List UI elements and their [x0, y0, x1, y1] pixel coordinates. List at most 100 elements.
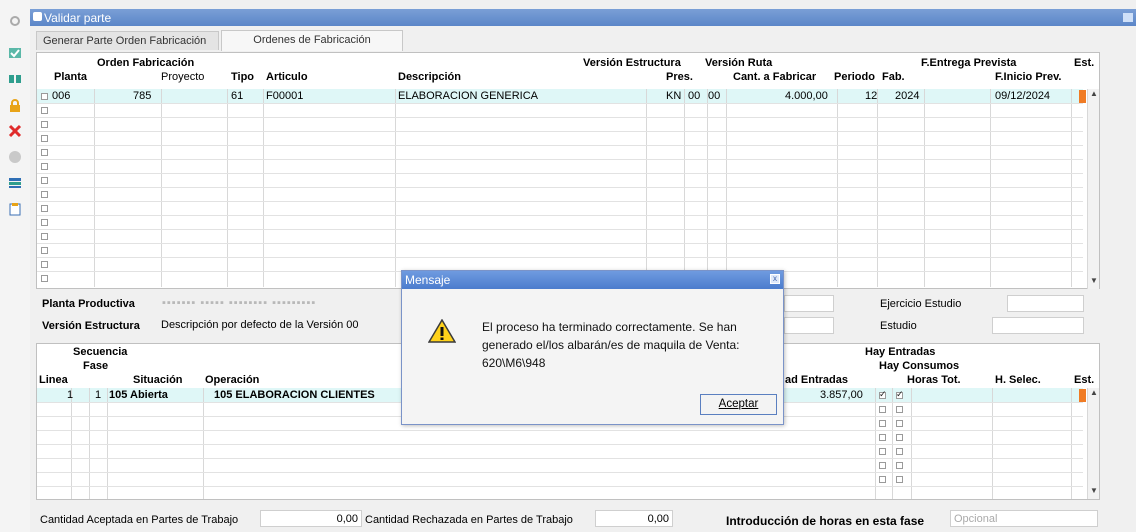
col-secuencia[interactable]: Secuencia: [73, 346, 127, 358]
cell-periodo[interactable]: 12: [865, 90, 877, 102]
list-icon[interactable]: [8, 176, 22, 190]
cell-tipo[interactable]: 61: [231, 90, 243, 102]
hay-consumos-checkbox[interactable]: [896, 476, 903, 483]
scroll-down-icon[interactable]: ▼: [1090, 276, 1098, 285]
cantidad-aceptada-label: Cantidad Aceptada en Partes de Trabajo: [40, 514, 239, 526]
row-checkbox[interactable]: [41, 191, 48, 198]
cell-descripcion[interactable]: ELABORACION GENERICA: [398, 90, 538, 102]
cell-pres[interactable]: KN: [666, 90, 681, 102]
grid-icon[interactable]: [8, 72, 22, 86]
col-horas-tot[interactable]: Horas Tot.: [907, 374, 961, 386]
redacted-text: ▪▪▪▪▪▪▪ ▪▪▪▪▪ ▪▪▪▪▪▪▪▪ ▪▪▪▪▪▪▪▪▪: [162, 297, 317, 309]
orders-scrollbar[interactable]: ▲ ▼: [1087, 89, 1099, 289]
col-articulo[interactable]: Articulo: [266, 71, 308, 83]
introduccion-horas-select[interactable]: Opcional: [950, 510, 1098, 527]
planta-productiva-field[interactable]: ▪▪▪▪▪▪▪ ▪▪▪▪▪ ▪▪▪▪▪▪▪▪ ▪▪▪▪▪▪▪▪▪: [159, 295, 399, 312]
col-f-entrega-prevista[interactable]: F.Entrega Prevista: [921, 57, 1016, 69]
cell-fab[interactable]: 2024: [895, 90, 919, 102]
cell-fase[interactable]: 1: [95, 389, 101, 401]
col-descripcion[interactable]: Descripción: [398, 71, 461, 83]
col-h-selec[interactable]: H. Selec.: [995, 374, 1041, 386]
field-right-1[interactable]: [784, 295, 834, 312]
row-checkbox[interactable]: [41, 93, 48, 100]
cantidad-rechazada-field[interactable]: 0,00: [595, 510, 673, 527]
row-checkbox[interactable]: [41, 177, 48, 184]
ejercicio-estudio-field[interactable]: [1007, 295, 1084, 312]
hay-consumos-checkbox[interactable]: [896, 448, 903, 455]
col-cantidad-entradas[interactable]: ad Entradas: [785, 374, 848, 386]
info-icon[interactable]: [8, 150, 22, 164]
row-checkbox[interactable]: [41, 163, 48, 170]
cell-f-inicio-prev[interactable]: 09/12/2024: [995, 90, 1050, 102]
hay-consumos-checkbox[interactable]: [896, 389, 904, 400]
cell-cantidad-entradas[interactable]: 3.857,00: [820, 389, 863, 401]
row-checkbox[interactable]: [41, 261, 48, 268]
col-situacion[interactable]: Situación: [133, 374, 183, 386]
hay-entradas-checkbox[interactable]: [879, 434, 886, 441]
cantidad-aceptada-field[interactable]: 0,00: [260, 510, 362, 527]
col-periodo[interactable]: Periodo: [834, 71, 875, 83]
cell-cant-fabricar[interactable]: 4.000,00: [785, 90, 828, 102]
cell-operacion[interactable]: 105 ELABORACION CLIENTES: [214, 389, 375, 401]
settings-icon[interactable]: [8, 14, 22, 28]
row-checkbox[interactable]: [41, 233, 48, 240]
hay-entradas-checkbox[interactable]: [879, 406, 886, 413]
row-checkbox[interactable]: [41, 247, 48, 254]
row-checkbox[interactable]: [41, 149, 48, 156]
col-est[interactable]: Est.: [1074, 57, 1094, 69]
col-planta[interactable]: Planta: [54, 71, 87, 83]
tab-ordenes-fabricacion[interactable]: Ordenes de Fabricación: [221, 30, 403, 51]
tab-generar-parte[interactable]: Generar Parte Orden Fabricación: [36, 31, 219, 50]
col-linea[interactable]: Linea: [39, 374, 68, 386]
field-right-2[interactable]: [784, 317, 834, 334]
cell-planta[interactable]: 006: [52, 90, 70, 102]
hay-entradas-checkbox[interactable]: [879, 448, 886, 455]
hay-entradas-checkbox[interactable]: [879, 420, 886, 427]
estudio-field[interactable]: [992, 317, 1084, 334]
message-dialog: Mensaje x El proceso ha terminado correc…: [401, 270, 784, 425]
cell-situacion[interactable]: 105 Abierta: [109, 389, 168, 401]
restore-icon[interactable]: [1123, 13, 1133, 22]
col-operacion[interactable]: Operación: [205, 374, 259, 386]
cell-articulo[interactable]: F00001: [266, 90, 303, 102]
row-checkbox[interactable]: [41, 205, 48, 212]
version-estructura-field[interactable]: Descripción por defecto de la Versión 00: [158, 317, 401, 334]
lock-icon[interactable]: [8, 99, 22, 113]
col-fase[interactable]: Fase: [83, 360, 108, 372]
delete-icon[interactable]: [8, 124, 22, 138]
cell-proyecto[interactable]: 785: [133, 90, 151, 102]
scroll-up-icon[interactable]: ▲: [1090, 388, 1098, 397]
col-fab[interactable]: Fab.: [882, 71, 905, 83]
row-checkbox[interactable]: [41, 135, 48, 142]
col-f-inicio-prev[interactable]: F.Inicio Prev.: [995, 71, 1061, 83]
hay-entradas-checkbox[interactable]: [879, 389, 887, 400]
operations-scrollbar[interactable]: ▲ ▼: [1087, 388, 1099, 499]
row-checkbox[interactable]: [41, 121, 48, 128]
close-icon[interactable]: x: [770, 274, 780, 284]
hay-consumos-checkbox[interactable]: [896, 420, 903, 427]
hay-entradas-checkbox[interactable]: [879, 476, 886, 483]
col-tipo[interactable]: Tipo: [231, 71, 254, 83]
col-proyecto[interactable]: Proyecto: [161, 71, 204, 83]
cell-version-ruta[interactable]: 00: [708, 90, 720, 102]
hay-consumos-checkbox[interactable]: [896, 406, 903, 413]
cell-version-estructura[interactable]: 00: [688, 90, 700, 102]
row-checkbox[interactable]: [41, 219, 48, 226]
validate-icon[interactable]: [8, 46, 22, 60]
col-hay-consumos[interactable]: Hay Consumos: [879, 360, 959, 372]
cell-linea[interactable]: 1: [67, 389, 73, 401]
scroll-up-icon[interactable]: ▲: [1090, 89, 1098, 98]
hay-consumos-checkbox[interactable]: [896, 434, 903, 441]
clipboard-icon[interactable]: [8, 202, 22, 216]
scroll-down-icon[interactable]: ▼: [1090, 486, 1098, 495]
col-hay-entradas[interactable]: Hay Entradas: [865, 346, 935, 358]
row-checkbox[interactable]: [41, 107, 48, 114]
hay-entradas-checkbox[interactable]: [879, 462, 886, 469]
accept-button[interactable]: Aceptar: [700, 394, 777, 415]
hay-consumos-checkbox[interactable]: [896, 462, 903, 469]
col-cant-fabricar[interactable]: Cant. a Fabricar: [733, 71, 816, 83]
window-titlebar: Validar parte: [30, 9, 1136, 26]
row-checkbox[interactable]: [41, 275, 48, 282]
col-pres[interactable]: Pres.: [666, 71, 693, 83]
col-est-ops[interactable]: Est.: [1074, 374, 1094, 386]
